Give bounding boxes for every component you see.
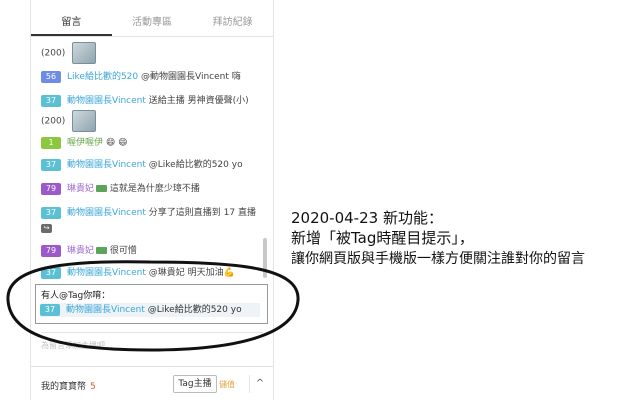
username-link[interactable]: 琳貴妃 [67, 184, 94, 194]
message-input[interactable]: 為留言添加主播吧... [41, 332, 263, 359]
gift-price: (200) [41, 48, 66, 59]
list-item: 37 動物園園長Vincent 分享了這則直播到 17 直播 [41, 206, 256, 220]
list-item: 37 動物園園長Vincent @琳貴妃 明天加油💪 [41, 266, 235, 280]
message-text: @Like給比歡的520 yo [147, 305, 242, 315]
gift-thumbnail-icon [72, 110, 97, 132]
level-badge: 79 [41, 182, 61, 195]
feature-note-line: 新增「被Tag時醒目提示」， [291, 229, 474, 247]
chevron-up-icon[interactable]: ^ [249, 375, 270, 393]
gift-thumbnail-icon [72, 42, 97, 64]
list-item: 79 琳貴妃 這就是為什麼少璋不播 [41, 182, 200, 196]
level-badge: 79 [41, 244, 61, 257]
level-badge: 37 [41, 158, 61, 171]
chat-footer: 我的寶寶幣 5 Tag主播 儲值 ^ [31, 366, 273, 401]
top-up-link[interactable]: 儲值 [219, 379, 235, 390]
message-text: 😄 😄 [105, 138, 128, 148]
username-link[interactable]: 動物園園長Vincent [67, 96, 146, 106]
list-item: (200) [41, 110, 97, 132]
coin-label-text: 我的寶寶幣 [41, 382, 87, 392]
username-link[interactable]: 喔伊喔伊 [67, 138, 103, 148]
tag-host-button[interactable]: Tag主播 [173, 375, 217, 393]
message-text: @Like給比歡的520 yo [148, 160, 243, 170]
scrollbar[interactable] [263, 238, 267, 278]
list-item: 56 Like給比歡的520 @動物園園長Vincent 嗨 [41, 70, 241, 84]
list-item: ↪ [41, 222, 52, 236]
message-text: 這就是為什麼少璋不播 [109, 184, 200, 194]
tab-messages[interactable]: 留言 [31, 10, 112, 36]
list-item: (200) [41, 42, 97, 64]
message-text: @琳貴妃 明天加油💪 [148, 268, 235, 278]
message-text: 分享了這則直播到 17 直播 [148, 208, 256, 218]
level-badge: 37 [41, 206, 61, 219]
tag-alert-message[interactable]: 37 動物園園長Vincent @Like給比歡的520 yo [40, 303, 260, 317]
username-link[interactable]: 動物園園長Vincent [66, 305, 145, 315]
tab-bar: 留言 活動專區 拜訪紀錄 [31, 10, 273, 37]
level-badge: 37 [40, 303, 60, 316]
coin-count: 5 [90, 382, 96, 392]
money-icon [96, 247, 108, 254]
list-item: 79 琳貴妃 很可憎 [41, 244, 137, 258]
username-link[interactable]: 動物園園長Vincent [67, 268, 146, 278]
message-text: 送給主播 男神資優聲(小) [148, 96, 249, 106]
level-badge: 37 [41, 94, 61, 107]
coin-label: 我的寶寶幣 5 [41, 379, 96, 392]
tab-visits[interactable]: 拜訪紀錄 [192, 10, 273, 36]
level-badge: 56 [41, 70, 61, 83]
username-link[interactable]: Like給比歡的520 [67, 72, 138, 82]
username-link[interactable]: 動物園園長Vincent [67, 160, 146, 170]
feature-note-line: 讓你網頁版與手機版一樣方便關注誰對你的留言 [291, 251, 585, 267]
level-badge: 1 [41, 136, 61, 149]
money-icon [96, 185, 108, 192]
gift-price: (200) [41, 116, 66, 127]
list-item: 37 動物園園長Vincent 送給主播 男神資優聲(小) [41, 94, 249, 108]
level-badge: 37 [41, 266, 61, 279]
username-link[interactable]: 動物園園長Vincent [67, 208, 146, 218]
list-item: 1 喔伊喔伊 😄 😄 [41, 136, 128, 150]
username-link[interactable]: 琳貴妃 [67, 246, 94, 256]
repost-icon: ↪ [41, 224, 52, 233]
message-text: 很可憎 [109, 246, 137, 256]
list-item: 37 動物園園長Vincent @Like給比歡的520 yo [41, 158, 243, 172]
tag-alert-title: 有人@Tag你唷： [41, 291, 111, 301]
tab-events[interactable]: 活動專區 [112, 10, 193, 36]
feature-note-line: 2020-04-23 新功能： [291, 209, 443, 227]
message-text: @動物園園長Vincent 嗨 [141, 72, 241, 82]
chat-panel: 留言 活動專區 拜訪紀錄 (200) 56 Like給比歡的520 @動物園園長V… [30, 0, 274, 400]
tag-alert-box: 有人@Tag你唷： 37 動物園園長Vincent @Like給比歡的520 yo [35, 284, 268, 324]
